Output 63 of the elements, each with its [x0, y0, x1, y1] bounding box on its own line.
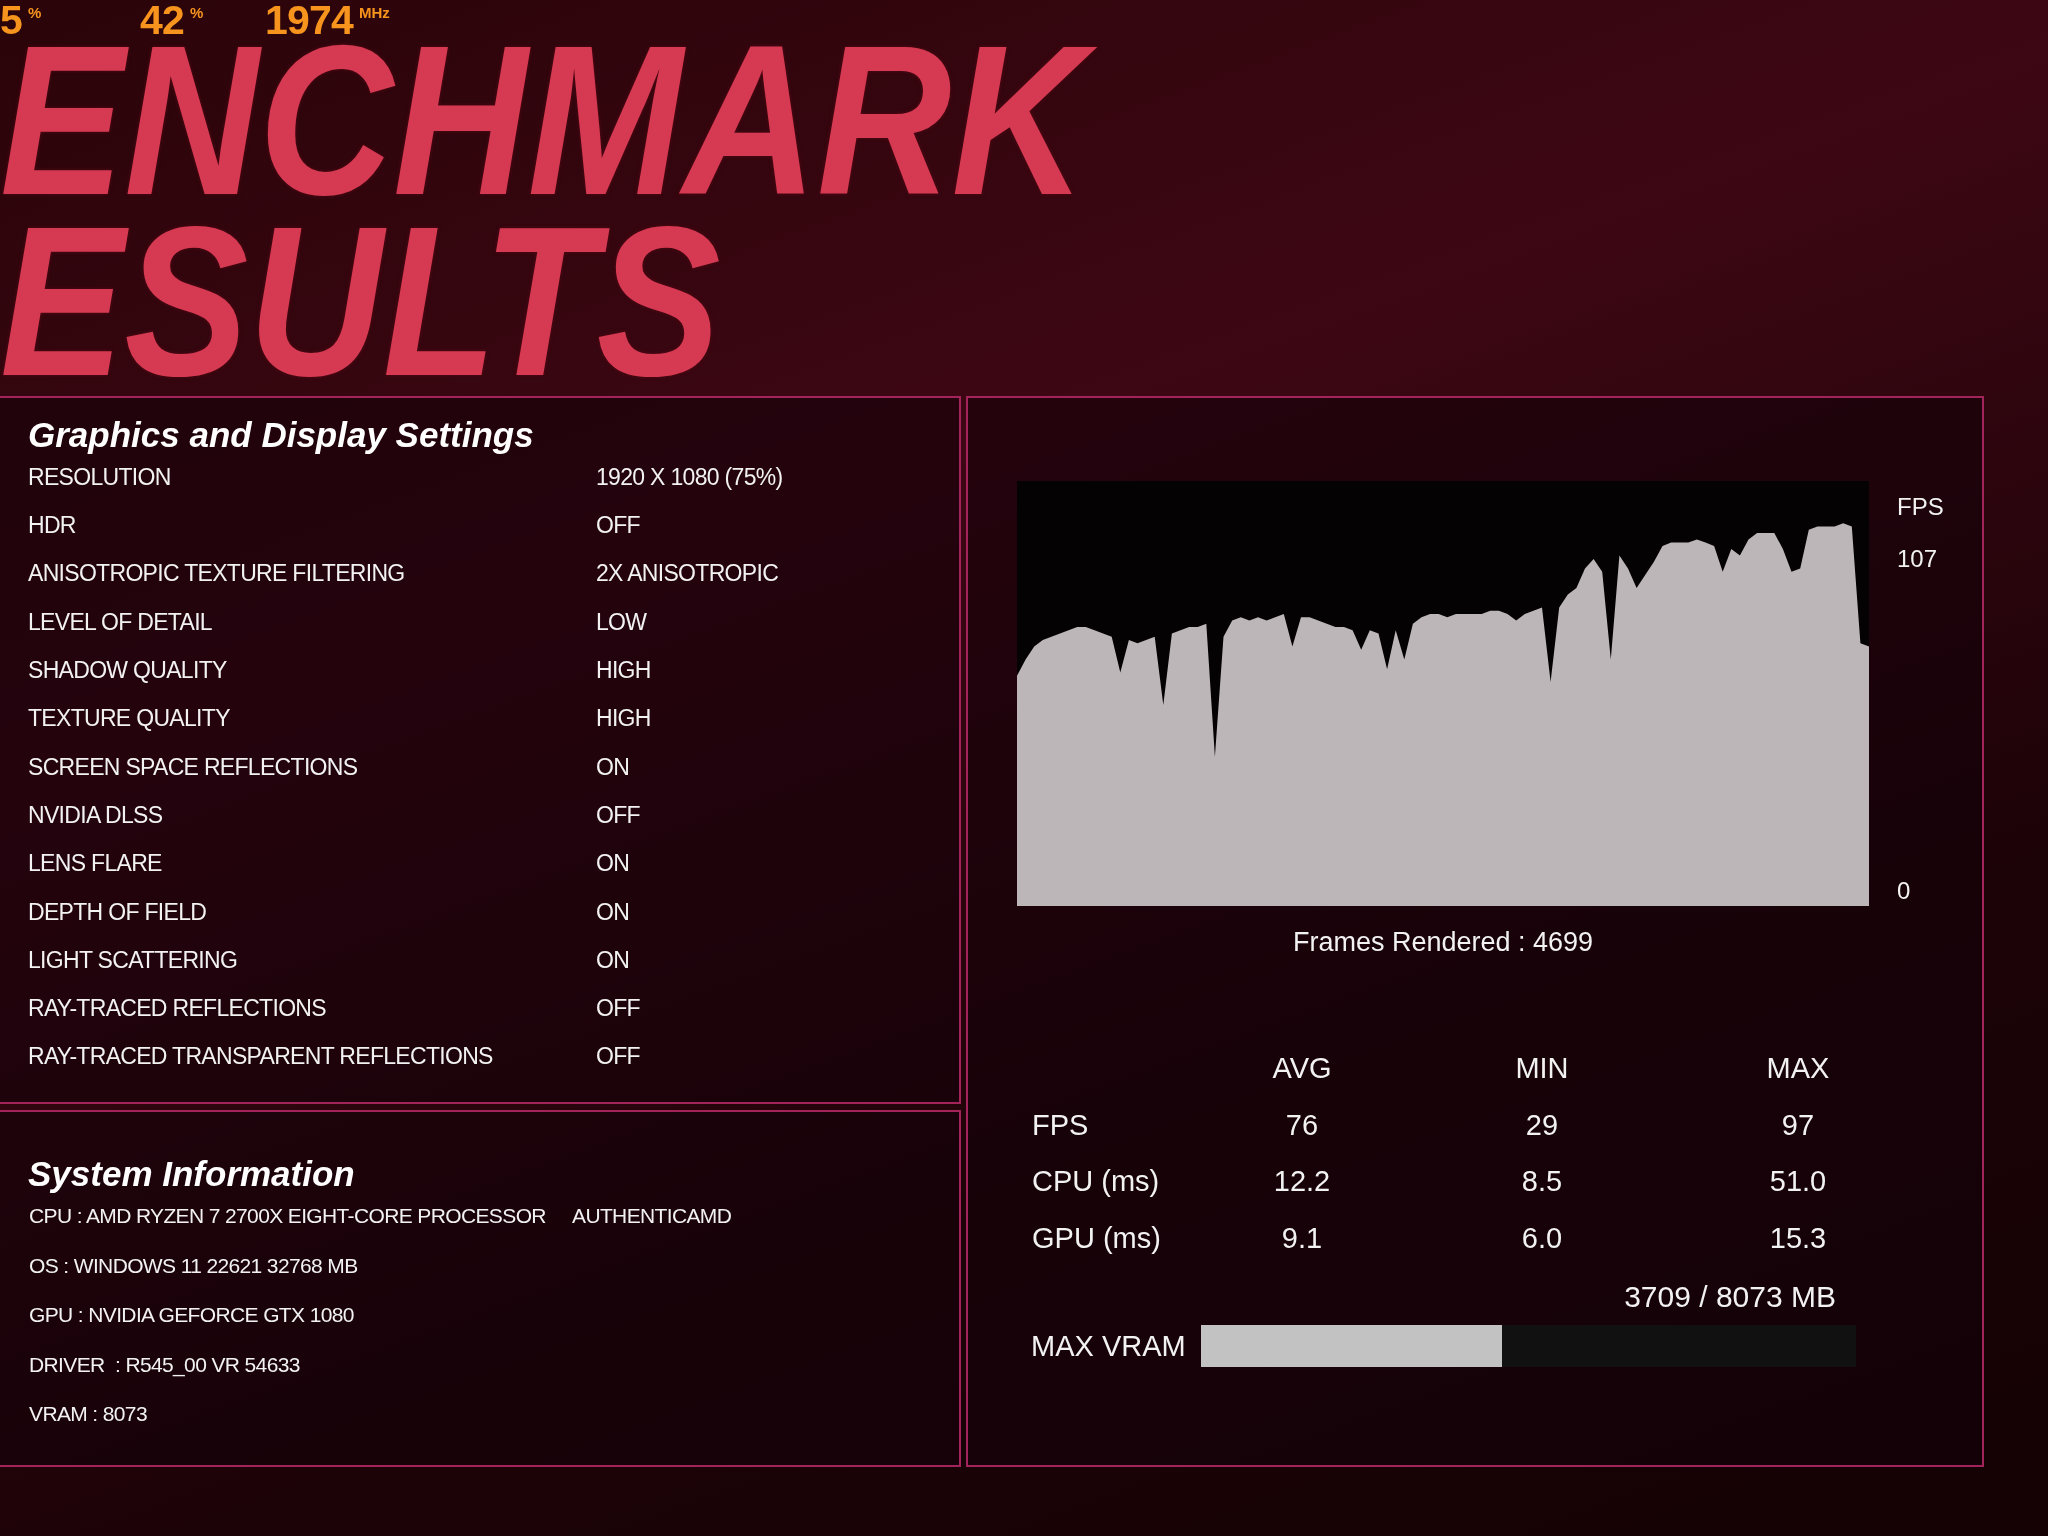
osd-reading: 1974 [265, 2, 353, 39]
vram-label: MAX VRAM [1031, 1330, 1186, 1362]
panel-heading: System Information [28, 1156, 355, 1191]
vendor-text: AUTHENTICAMD [572, 1203, 732, 1229]
stat-value: 51.0 [1769, 1164, 1827, 1199]
setting-value: ON [596, 945, 630, 975]
stat-row-label: CPU (ms) [1032, 1165, 1160, 1198]
system-info-text: CPU : AMD RYZEN 7 2700X EIGHT-CORE PROCESSOR [29, 1204, 546, 1227]
stat-value: 9.1 [1281, 1220, 1323, 1255]
vram-reading: 3709 / 8073 MB [1624, 1279, 1836, 1315]
graph-bottom-label: 0 [1897, 876, 1911, 906]
osd-unit: % [28, 5, 42, 20]
osd-reading: 5 [0, 2, 22, 39]
setting-value: OFF [596, 1042, 640, 1072]
frames-rendered-text: Frames Rendered : 4699 [1292, 926, 1594, 959]
graph-top-label: 107 [1897, 544, 1938, 574]
osd-reading: 42 [140, 2, 184, 39]
system-info-text: GPU : NVIDIA GEFORCE GTX 1080 [29, 1303, 354, 1326]
setting-label: RAY-TRACED TRANSPARENT REFLECTIONS [28, 1043, 493, 1070]
stat-value: 97 [1781, 1107, 1815, 1142]
title-text: ESULTS [0, 221, 721, 381]
setting-label: HDR [28, 512, 76, 539]
setting-label: TEXTURE QUALITY [28, 705, 230, 732]
system-info-text: VRAM : 8073 [29, 1402, 147, 1425]
stat-value: 12.2 [1273, 1164, 1331, 1199]
stat-value: 6.0 [1521, 1220, 1563, 1255]
setting-label: SCREEN SPACE REFLECTIONS [28, 753, 358, 780]
setting-label: RESOLUTION [28, 463, 171, 490]
setting-label: LENS FLARE [28, 850, 162, 877]
title-text: ENCHMARK [0, 40, 1121, 200]
system-info-text: OS : WINDOWS 11 22621 32768 MB [29, 1253, 358, 1277]
setting-value: LOW [596, 607, 647, 637]
setting-label: ANISOTROPIC TEXTURE FILTERING [28, 560, 405, 587]
system-info-text: DRIVER : R545_00 VR 54633 [29, 1352, 300, 1376]
stat-row-label: GPU (ms) [1032, 1221, 1161, 1254]
setting-label: DEPTH OF FIELD [28, 898, 207, 925]
setting-label: LIGHT SCATTERING [28, 946, 238, 973]
setting-label: LEVEL OF DETAIL [28, 608, 212, 635]
osd-unit: % [189, 5, 204, 20]
stat-column-header: MIN [1515, 1051, 1569, 1086]
setting-value: 2X ANISOTROPIC [596, 559, 779, 589]
setting-value: ON [596, 849, 630, 879]
stat-value: 29 [1525, 1107, 1559, 1142]
stat-value: 8.5 [1521, 1164, 1563, 1199]
setting-value: 1920 X 1080 (75%) [596, 462, 783, 492]
stat-value: 76 [1285, 1107, 1319, 1142]
setting-value: OFF [596, 800, 640, 830]
setting-value: ON [596, 897, 630, 927]
setting-label: RAY-TRACED REFLECTIONS [28, 995, 326, 1022]
setting-label: SHADOW QUALITY [28, 657, 227, 684]
stat-column-header: AVG [1272, 1051, 1332, 1086]
panel-heading: Graphics and Display Settings [28, 417, 534, 452]
setting-value: HIGH [596, 656, 651, 686]
setting-value: ON [596, 752, 630, 782]
graph-axis-title: FPS [1897, 492, 1944, 522]
stat-value: 15.3 [1769, 1220, 1827, 1255]
setting-value: OFF [596, 511, 640, 541]
setting-value: OFF [596, 994, 640, 1024]
stat-column-header: MAX [1766, 1051, 1830, 1086]
setting-label: NVIDIA DLSS [28, 801, 163, 828]
stat-row-label: FPS [1032, 1108, 1089, 1141]
setting-value: HIGH [596, 704, 651, 734]
osd-unit: MHz [358, 5, 390, 20]
